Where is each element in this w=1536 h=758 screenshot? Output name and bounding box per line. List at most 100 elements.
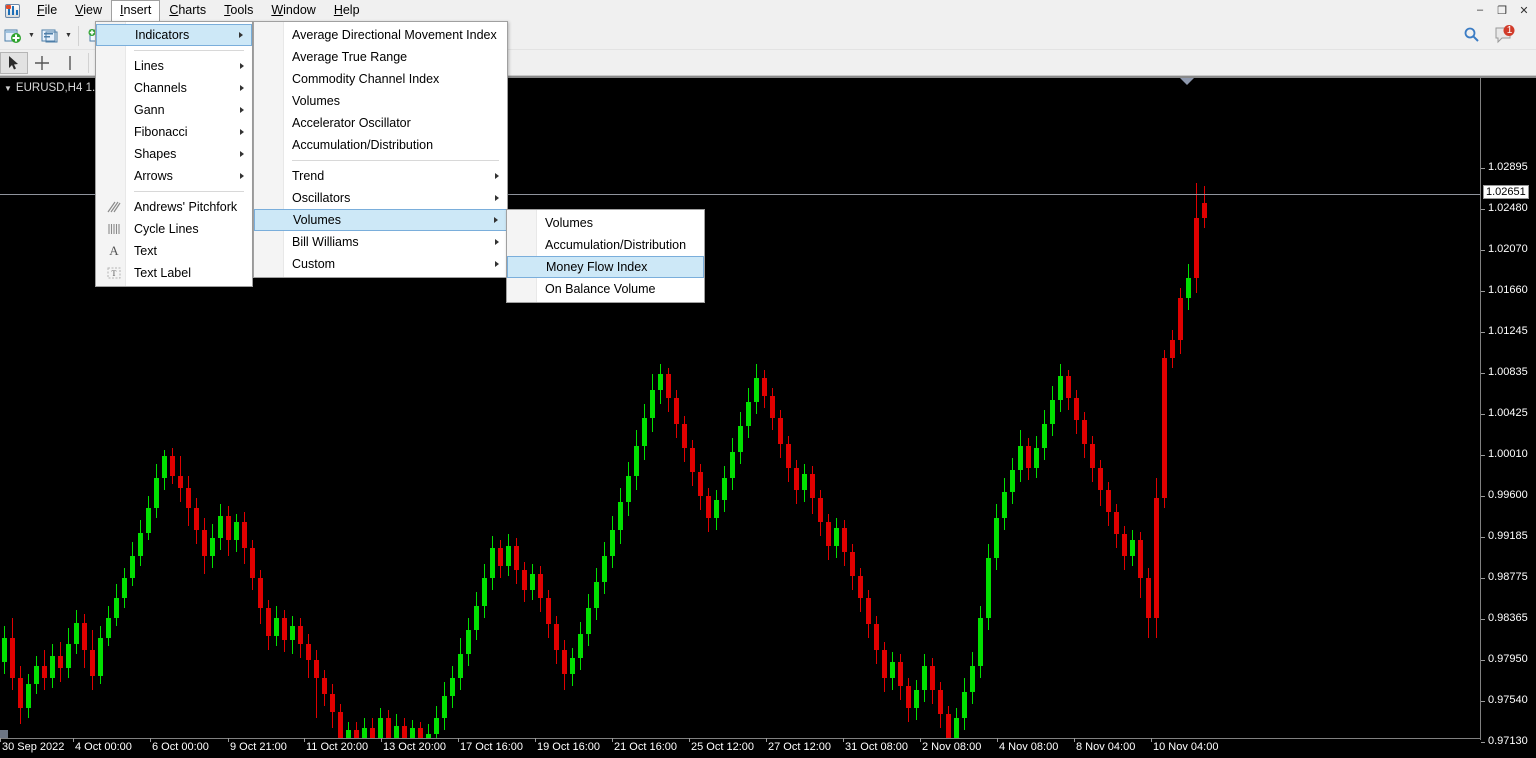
- chevron-right-icon: [495, 173, 499, 179]
- indicators-menu-item-volumes[interactable]: Volumes: [254, 90, 507, 112]
- new-chart-dropdown-arrow[interactable]: ▼: [26, 24, 37, 48]
- time-axis-tick: 30 Sep 2022: [0, 738, 65, 753]
- candle-body: [42, 666, 47, 678]
- chevron-right-icon: [240, 107, 244, 113]
- candle-body: [1066, 376, 1071, 398]
- candle-body: [842, 528, 847, 552]
- menu-charts[interactable]: Charts: [160, 0, 215, 22]
- candle-body: [970, 666, 975, 692]
- indicators-menu-item-accelerator-oscillator[interactable]: Accelerator Oscillator: [254, 112, 507, 134]
- profiles-button[interactable]: [37, 24, 63, 48]
- candle-body: [130, 556, 135, 578]
- menu-item-label: Average Directional Movement Index: [292, 28, 497, 42]
- indicators-menu-item-commodity-channel-index[interactable]: Commodity Channel Index: [254, 68, 507, 90]
- candle-body: [922, 666, 927, 690]
- volumes-menu-item-accumulation-distribution[interactable]: Accumulation/Distribution: [507, 234, 704, 256]
- indicators-menu-item-oscillators[interactable]: Oscillators: [254, 187, 507, 209]
- candle-body: [618, 502, 623, 530]
- menu-file[interactable]: File: [28, 0, 66, 22]
- menu-window[interactable]: Window: [262, 0, 324, 22]
- candle-body: [1170, 340, 1175, 358]
- metatrader-window: File View Insert Charts Tools Window Help – ❐ …: [0, 0, 1536, 758]
- candle-body: [170, 456, 175, 476]
- indicators-menu-item-average-directional-movement-index[interactable]: Average Directional Movement Index: [254, 24, 507, 46]
- chevron-right-icon: [240, 63, 244, 69]
- current-price-tag: 1.02651: [1483, 185, 1529, 199]
- menu-item-label: Gann: [134, 103, 165, 117]
- restore-button[interactable]: ❐: [1492, 2, 1512, 18]
- menu-tools[interactable]: Tools: [215, 0, 262, 22]
- candle-body: [10, 638, 15, 678]
- candle-body: [610, 530, 615, 556]
- indicators-menu-item-custom[interactable]: Custom: [254, 253, 507, 275]
- candle-body: [354, 730, 359, 738]
- candle-body: [66, 644, 71, 668]
- price-axis[interactable]: 1.02895 1.02480 1.02070 1.01660 1.01245 1.008…: [1480, 78, 1536, 747]
- candle-body: [82, 623, 87, 650]
- indicators-menu-item-bill-williams[interactable]: Bill Williams: [254, 231, 507, 253]
- insert-menu-item-cycle-lines[interactable]: Cycle Lines: [96, 218, 252, 240]
- candle-body: [90, 650, 95, 676]
- time-axis-tick: 31 Oct 08:00: [843, 738, 908, 753]
- indicators-menu-item-average-true-range[interactable]: Average True Range: [254, 46, 507, 68]
- candle-body: [322, 678, 327, 694]
- volumes-menu-item-on-balance-volume[interactable]: On Balance Volume: [507, 278, 704, 300]
- indicators-menu-item-trend[interactable]: Trend: [254, 165, 507, 187]
- chart-collapse-icon[interactable]: ▼: [4, 84, 12, 93]
- profiles-dropdown-arrow[interactable]: ▼: [63, 24, 74, 48]
- vertical-line-tool-button[interactable]: [56, 52, 84, 74]
- candle-body: [570, 658, 575, 674]
- menu-insert[interactable]: Insert: [111, 0, 161, 23]
- close-button[interactable]: ✕: [1514, 2, 1534, 18]
- time-axis-tick: 10 Nov 04:00: [1150, 738, 1219, 753]
- candle-body: [730, 452, 735, 478]
- insert-menu-item-fibonacci[interactable]: Fibonacci: [96, 121, 252, 143]
- price-axis-tick: 0.99185: [1481, 530, 1528, 542]
- notification-count: 1: [1506, 25, 1513, 36]
- text-label-icon: T: [106, 265, 122, 281]
- candle-body: [826, 522, 831, 546]
- candle-body: [914, 690, 919, 708]
- menu-item-label: Text Label: [134, 266, 191, 280]
- volumes-menu-item-volumes[interactable]: Volumes: [507, 212, 704, 234]
- new-chart-button[interactable]: [0, 24, 26, 48]
- candle-body: [554, 624, 559, 650]
- chevron-right-icon: [240, 151, 244, 157]
- insert-menu-item-gann[interactable]: Gann: [96, 99, 252, 121]
- insert-menu-item-arrows[interactable]: Arrows: [96, 165, 252, 187]
- menu-item-label: Text: [134, 244, 157, 258]
- menu-help[interactable]: Help: [325, 0, 369, 22]
- candle-body: [106, 618, 111, 638]
- candle-body: [98, 638, 103, 676]
- insert-menu-item-indicators[interactable]: Indicators: [96, 24, 252, 46]
- candle-body: [234, 522, 239, 540]
- menu-item-label: Commodity Channel Index: [292, 72, 440, 86]
- menu-view[interactable]: View: [66, 0, 111, 22]
- insert-menu-item-text-label[interactable]: T Text Label: [96, 262, 252, 284]
- insert-menu-item-andrews-pitchfork[interactable]: Andrews' Pitchfork: [96, 196, 252, 218]
- indicators-menu-item-accumulation-distribution[interactable]: Accumulation/Distribution: [254, 134, 507, 156]
- notifications-icon[interactable]: 1: [1492, 25, 1516, 52]
- chevron-right-icon: [494, 217, 498, 223]
- cursor-tool-button[interactable]: [0, 51, 28, 74]
- insert-menu-item-shapes[interactable]: Shapes: [96, 143, 252, 165]
- time-axis[interactable]: 30 Sep 2022 4 Oct 00:00 6 Oct 00:00 9 Oct 2…: [0, 738, 1480, 758]
- minimize-button[interactable]: –: [1470, 2, 1490, 18]
- insert-menu-item-text[interactable]: A Text: [96, 240, 252, 262]
- candle-body: [770, 396, 775, 418]
- candle-body: [1114, 512, 1119, 534]
- insert-menu-item-lines[interactable]: Lines: [96, 55, 252, 77]
- crosshair-tool-button[interactable]: [28, 52, 56, 74]
- volumes-menu-item-money-flow-index[interactable]: Money Flow Index: [507, 256, 704, 278]
- candle-body: [658, 374, 663, 390]
- candle-body: [442, 696, 447, 718]
- candle-body: [1082, 420, 1087, 444]
- menu-item-label: Money Flow Index: [546, 260, 648, 274]
- candle-body: [1138, 540, 1143, 578]
- menu-item-label: Lines: [134, 59, 164, 73]
- indicators-menu-item-volumes[interactable]: Volumes: [254, 209, 507, 231]
- search-icon[interactable]: [1462, 25, 1482, 50]
- insert-menu-item-channels[interactable]: Channels: [96, 77, 252, 99]
- candle-body: [698, 472, 703, 496]
- price-axis-tick: 1.00425: [1481, 407, 1528, 419]
